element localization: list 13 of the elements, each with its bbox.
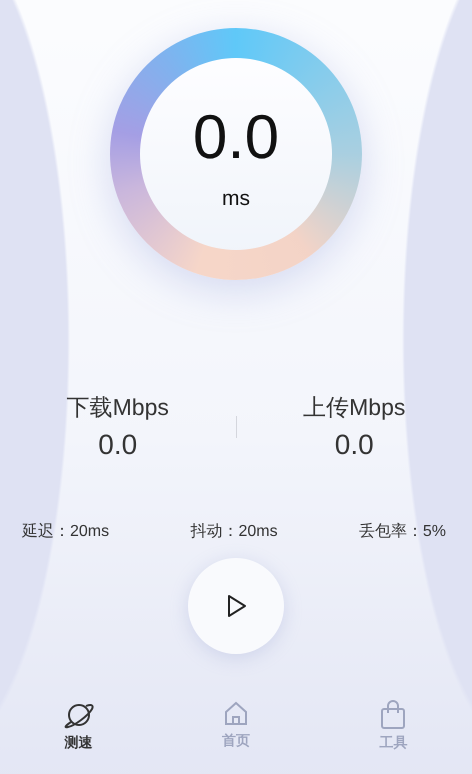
metric-text: 延迟：20ms	[22, 522, 110, 542]
metric-text: 抖动：20ms	[190, 522, 278, 542]
nav-tab[interactable]: 首页	[157, 700, 315, 774]
latency-unit: ms	[222, 187, 250, 211]
speed-value: 0.0	[98, 429, 138, 461]
speed-label: 下载Mbps	[66, 393, 169, 422]
speed-value: 0.0	[334, 429, 374, 461]
speed-label: 上传Mbps	[303, 393, 406, 422]
metric-text: 丢包率：5%	[358, 522, 446, 542]
nav-tab[interactable]: 工具	[314, 700, 472, 774]
latency-value: 0.0	[192, 107, 280, 169]
nav-tab[interactable]: 测速	[0, 700, 158, 774]
bag-icon	[379, 700, 408, 730]
